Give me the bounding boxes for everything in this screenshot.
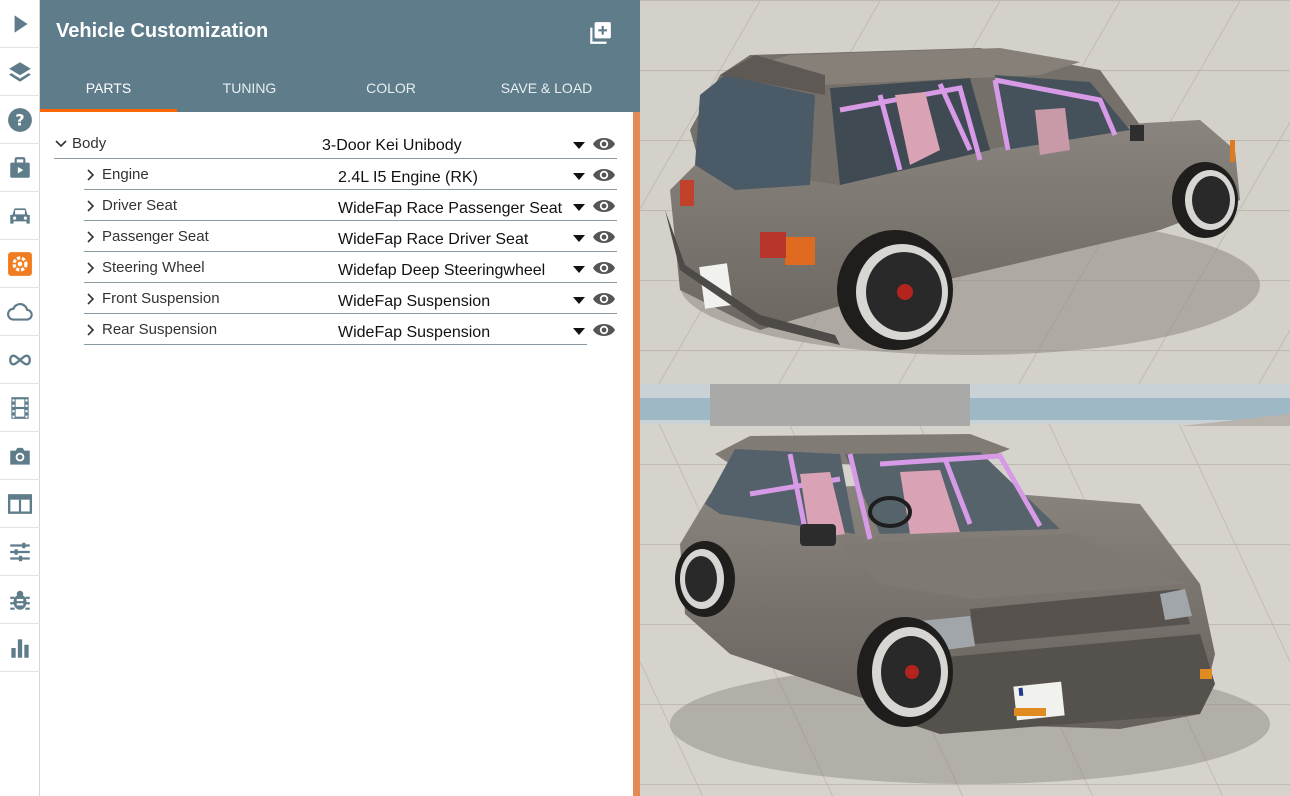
vehicle-viewport[interactable]: [640, 0, 1290, 796]
sliders-icon: [10, 542, 30, 561]
part-label: Steering Wheel: [102, 259, 205, 276]
icon-rail: ?: [0, 0, 40, 796]
part-row-passenger-seat: Passenger Seat WideFap Race Driver Seat: [84, 221, 617, 252]
dropdown-arrow-icon[interactable]: [573, 266, 585, 274]
part-label: Driver Seat: [102, 197, 178, 214]
play-icon: [14, 14, 28, 33]
help-icon: ?: [8, 107, 32, 132]
part-label: Front Suspension: [102, 290, 220, 307]
part-row-driver-seat: Driver Seat WideFap Race Passenger Seat: [84, 190, 617, 221]
vehicle-customization-panel: Vehicle Customization PARTS TUNING COLOR…: [40, 0, 633, 796]
chevron-down-icon[interactable]: [54, 137, 68, 151]
divider: [84, 344, 587, 345]
film-icon: [11, 396, 29, 419]
eye-icon[interactable]: [592, 290, 616, 308]
rail-briefcase-button[interactable]: [0, 144, 40, 192]
layers-icon: [9, 61, 31, 82]
eye-icon[interactable]: [592, 135, 616, 153]
part-row-front-suspension: Front Suspension WideFap Suspension: [84, 283, 617, 314]
tab-save-load[interactable]: SAVE & LOAD: [460, 64, 633, 112]
eye-icon[interactable]: [592, 166, 616, 184]
car-icon: [10, 207, 30, 224]
svg-text:?: ?: [15, 110, 24, 129]
dropdown-arrow-icon[interactable]: [573, 328, 585, 336]
page-title: Vehicle Customization: [56, 20, 269, 42]
panel-resize-handle[interactable]: [633, 112, 640, 796]
chevron-right-icon[interactable]: [84, 168, 98, 182]
briefcase-icon: [10, 156, 30, 178]
eye-icon[interactable]: [592, 259, 616, 277]
rail-vehicle-config-button[interactable]: [0, 240, 40, 288]
window-icon: [7, 493, 33, 514]
camera-icon: [10, 447, 30, 465]
tab-parts[interactable]: PARTS: [40, 64, 177, 112]
new-window-icon[interactable]: [587, 20, 613, 46]
part-row-body: Body 3-Door Kei Unibody: [54, 128, 617, 159]
panel-header: Vehicle Customization PARTS TUNING COLOR…: [40, 0, 633, 112]
part-select-value[interactable]: WideFap Race Driver Seat: [338, 231, 528, 249]
dropdown-arrow-icon[interactable]: [573, 173, 585, 181]
part-select-value[interactable]: WideFap Race Passenger Seat: [338, 200, 562, 218]
part-label: Rear Suspension: [102, 321, 218, 338]
part-select-value[interactable]: 3-Door Kei Unibody: [322, 137, 462, 155]
rail-play-button[interactable]: [0, 0, 40, 48]
part-row-engine: Engine 2.4L I5 Engine (RK): [84, 159, 617, 190]
bar-chart-icon: [11, 638, 29, 658]
rail-infinity-button[interactable]: [0, 336, 40, 384]
tab-color[interactable]: COLOR: [322, 64, 460, 112]
chevron-right-icon[interactable]: [84, 323, 98, 337]
rail-help-button[interactable]: ?: [0, 96, 40, 144]
dropdown-arrow-icon[interactable]: [573, 142, 585, 150]
part-select-value[interactable]: Widefap Deep Steeringwheel: [338, 262, 545, 280]
viewport-front-view: [640, 384, 1290, 796]
dropdown-arrow-icon[interactable]: [573, 297, 585, 305]
app-root: ? Vehicle Customization PARTS TUNING COL…: [0, 0, 1290, 796]
rail-window-button[interactable]: [0, 480, 40, 528]
rail-sliders-button[interactable]: [0, 528, 40, 576]
splitter-top: [633, 0, 640, 112]
rail-film-button[interactable]: [0, 384, 40, 432]
part-row-steering-wheel: Steering Wheel Widefap Deep Steeringwhee…: [84, 252, 617, 283]
dropdown-arrow-icon[interactable]: [573, 235, 585, 243]
rail-layers-button[interactable]: [0, 48, 40, 96]
rail-stats-button[interactable]: [0, 624, 40, 672]
tab-bar: PARTS TUNING COLOR SAVE & LOAD: [40, 64, 633, 112]
chevron-right-icon[interactable]: [84, 261, 98, 275]
rail-debug-button[interactable]: [0, 576, 40, 624]
eye-icon[interactable]: [592, 321, 616, 339]
tab-tuning[interactable]: TUNING: [177, 64, 322, 112]
infinity-icon: [9, 353, 31, 366]
part-label: Body: [72, 135, 107, 152]
chevron-right-icon[interactable]: [84, 199, 98, 213]
part-row-rear-suspension: Rear Suspension WideFap Suspension: [84, 314, 617, 345]
rail-camera-button[interactable]: [0, 432, 40, 480]
part-label: Engine: [102, 166, 149, 183]
chevron-right-icon[interactable]: [84, 230, 98, 244]
cloud-icon: [7, 302, 33, 321]
rail-vehicle-button[interactable]: [0, 192, 40, 240]
part-label: Passenger Seat: [102, 228, 209, 245]
viewport-rear-view: [640, 0, 1290, 384]
eye-icon[interactable]: [592, 197, 616, 215]
bug-icon: [10, 590, 30, 610]
eye-icon[interactable]: [592, 228, 616, 246]
part-select-value[interactable]: 2.4L I5 Engine (RK): [338, 169, 478, 187]
part-select-value[interactable]: WideFap Suspension: [338, 324, 490, 342]
rail-cloud-button[interactable]: [0, 288, 40, 336]
dropdown-arrow-icon[interactable]: [573, 204, 585, 212]
rear-window: [695, 75, 815, 190]
gear-icon: [8, 251, 32, 276]
part-select-value[interactable]: WideFap Suspension: [338, 293, 490, 311]
chevron-right-icon[interactable]: [84, 292, 98, 306]
